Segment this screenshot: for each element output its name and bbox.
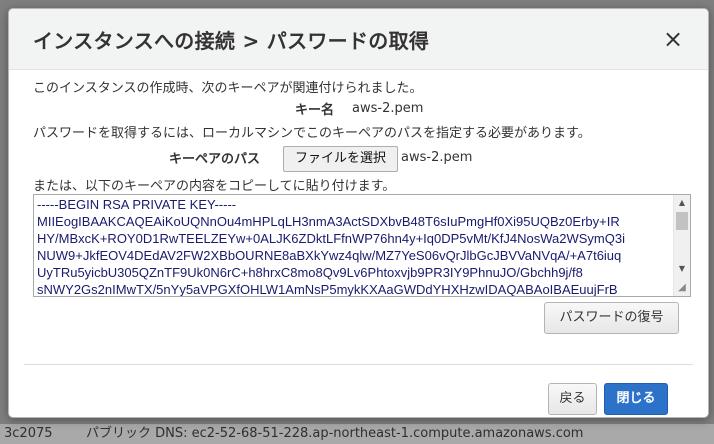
- scroll-thumb[interactable]: [676, 212, 688, 230]
- or-paste-text: または、以下のキーペアの内容をコピーしてに貼り付けます。: [33, 179, 396, 194]
- choose-file-button[interactable]: ファイルを選択: [283, 146, 398, 172]
- background-public-dns: パブリック DNS: ec2-52-68-51-228.ap-northeast…: [86, 426, 584, 441]
- key-content-text[interactable]: -----BEGIN RSA PRIVATE KEY----- MIIEogIB…: [37, 196, 669, 296]
- close-icon[interactable]: ×: [661, 27, 685, 51]
- key-content-textarea[interactable]: -----BEGIN RSA PRIVATE KEY----- MIIEogIB…: [33, 194, 691, 297]
- chosen-file-name: aws-2.pem: [401, 150, 473, 165]
- get-password-dialog: インスタンスへの接続 > パスワードの取得 × このインスタンスの作成時、次のキ…: [8, 8, 709, 418]
- dialog-header: インスタンスへの接続 > パスワードの取得 ×: [9, 9, 708, 70]
- key-name-value: aws-2.pem: [352, 101, 424, 116]
- footer-divider: [24, 364, 693, 365]
- scroll-down-icon[interactable]: ▼: [674, 261, 690, 277]
- intro-text: このインスタンスの作成時、次のキーペアが関連付けられました。: [33, 81, 423, 96]
- decrypt-password-button[interactable]: パスワードの復号: [544, 302, 679, 334]
- resize-grip-icon[interactable]: ◢: [674, 280, 690, 296]
- dialog-title: インスタンスへの接続 > パスワードの取得: [33, 29, 430, 53]
- close-button[interactable]: 閉じる: [604, 383, 668, 415]
- background-instance-details: 3c2075 パブリック DNS: ec2-52-68-51-228.ap-no…: [0, 424, 714, 444]
- key-name-label: キー名: [295, 103, 335, 118]
- instruction-text: パスワードを取得するには、ローカルマシンでこのキーペアのパスを指定する必要があり…: [33, 126, 591, 141]
- key-pair-path-label: キーペアのパス: [169, 152, 261, 167]
- background-instance-id: 3c2075: [4, 426, 53, 441]
- scroll-up-icon[interactable]: ▲: [674, 195, 690, 211]
- back-button[interactable]: 戻る: [548, 383, 597, 415]
